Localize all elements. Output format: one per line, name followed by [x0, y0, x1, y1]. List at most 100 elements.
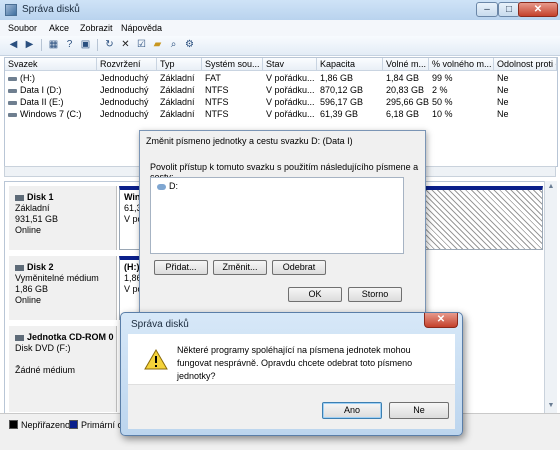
disk-status: Online — [15, 225, 42, 235]
check-icon[interactable]: ☑ — [134, 38, 149, 52]
table-cell: Ne — [497, 85, 509, 95]
yes-button[interactable]: Ano — [322, 402, 382, 419]
toolbar: ◀ ▶ ▦ ? ▣ ↻ ✕ ☑ ▰ ⌕ ⚙ — [0, 36, 560, 56]
properties-icon[interactable]: ▦ — [46, 38, 61, 52]
title-bar: Správa disků – □ ✕ — [0, 0, 560, 21]
disk-size: 931,51 GB — [15, 214, 59, 224]
cdrom-label[interactable]: Jednotka CD-ROM 0 Disk DVD (F:) Žádné mé… — [9, 326, 117, 412]
column-header[interactable]: Svazek — [5, 58, 97, 71]
column-header[interactable]: Stav — [263, 58, 317, 71]
maximize-button[interactable]: □ — [498, 2, 520, 17]
console-icon[interactable]: ▣ — [78, 38, 93, 52]
drive-letter-list[interactable]: D: — [150, 177, 404, 254]
table-cell: NTFS — [205, 109, 229, 119]
menu-bar: Soubor Akce Zobrazit Nápověda — [0, 20, 560, 36]
ok-button[interactable]: OK — [288, 287, 342, 302]
column-header[interactable]: Volné m... — [383, 58, 429, 71]
table-cell: 61,39 GB — [320, 109, 359, 119]
disk-type: Vyměnitelné médium — [15, 273, 99, 283]
table-cell: NTFS — [205, 97, 229, 107]
disk-size: 1,86 GB — [15, 284, 49, 294]
table-cell: Ne — [497, 73, 509, 83]
disk-name: Disk 1 — [27, 192, 54, 202]
disk-name: Disk 2 — [27, 262, 54, 272]
volume-icon — [8, 76, 17, 81]
table-cell: 10 % — [432, 109, 453, 119]
table-cell: V pořádku... — [266, 85, 315, 95]
search-magnifier-icon[interactable]: ⌕ — [166, 38, 181, 52]
table-row[interactable]: Data I (D:) Jednoduchý Základní NTFS V p… — [5, 84, 557, 96]
scroll-down-icon[interactable]: ▼ — [546, 401, 556, 411]
menu-akce[interactable]: Akce — [49, 23, 69, 33]
table-cell: Základní — [160, 85, 195, 95]
column-header[interactable]: Systém sou... — [202, 58, 263, 71]
disk-name: Jednotka CD-ROM 0 — [27, 332, 114, 342]
disk-type: Disk DVD (F:) — [15, 343, 71, 353]
settings-icon[interactable]: ⚙ — [182, 38, 197, 52]
back-arrow-icon[interactable]: ◀ — [6, 38, 21, 52]
removable-disk-icon — [15, 264, 24, 271]
no-button[interactable]: Ne — [389, 402, 449, 419]
table-row[interactable]: (H:) Jednoduchý Základní FAT V pořádku..… — [5, 72, 557, 84]
close-button[interactable]: ✕ — [518, 2, 558, 17]
table-cell: Jednoduchý — [100, 85, 149, 95]
table-cell: 20,83 GB — [386, 85, 425, 95]
table-row[interactable]: Data II (E:) Jednoduchý Základní NTFS V … — [5, 96, 557, 108]
drive-icon — [157, 183, 166, 190]
table-cell: Ne — [497, 109, 509, 119]
table-cell: Data II (E:) — [5, 96, 97, 108]
dialog-title: Změnit písmeno jednotky a cestu svazku D… — [146, 136, 353, 146]
table-cell: Jednoduchý — [100, 97, 149, 107]
add-button[interactable]: Přidat... — [154, 260, 208, 275]
table-cell: 2 % — [432, 85, 448, 95]
column-header[interactable]: Kapacita — [317, 58, 383, 71]
table-cell: 6,18 GB — [386, 109, 420, 119]
table-cell: 1,86 GB — [320, 73, 354, 83]
column-header[interactable]: Odolnost proti c — [494, 58, 557, 71]
disk-vertical-scrollbar[interactable]: ▲ ▼ — [544, 181, 557, 413]
menu-napoveda[interactable]: Nápověda — [121, 23, 162, 33]
warning-icon — [144, 349, 168, 370]
disk-management-icon — [5, 4, 17, 16]
list-item[interactable]: D: — [157, 181, 178, 191]
table-cell: 99 % — [432, 73, 453, 83]
table-row[interactable]: Windows 7 (C:) Jednoduchý Základní NTFS … — [5, 108, 557, 120]
cancel-button[interactable]: Storno — [348, 287, 402, 302]
menu-soubor[interactable]: Soubor — [8, 23, 37, 33]
unallocated-swatch — [9, 420, 18, 429]
primary-partition-swatch — [69, 420, 78, 429]
disk-2-label[interactable]: Disk 2 Vyměnitelné médium 1,86 GB Online — [9, 256, 117, 320]
change-button[interactable]: Změnit... — [213, 260, 267, 275]
table-cell: 50 % — [432, 97, 453, 107]
delete-icon[interactable]: ✕ — [118, 38, 133, 52]
table-cell: 870,12 GB — [320, 85, 364, 95]
volume-icon — [8, 100, 17, 105]
table-cell: Základní — [160, 73, 195, 83]
hard-disk-icon — [15, 194, 24, 201]
folder-open-icon[interactable]: ▰ — [150, 38, 165, 52]
table-cell: Data I (D:) — [5, 84, 97, 96]
refresh-icon[interactable]: ↻ — [102, 38, 117, 52]
disk-1-label[interactable]: Disk 1 Základní 931,51 GB Online — [9, 186, 117, 250]
table-cell: (H:) — [5, 72, 97, 84]
toolbar-separator — [41, 39, 42, 51]
remove-button[interactable]: Odebrat — [272, 260, 326, 275]
table-cell: NTFS — [205, 85, 229, 95]
disk-type: Základní — [15, 203, 50, 213]
toolbar-separator — [97, 39, 98, 51]
column-header[interactable]: Rozvržení — [97, 58, 157, 71]
table-cell: Ne — [497, 97, 509, 107]
volume-icon — [8, 88, 17, 93]
partition-data-selected[interactable] — [417, 186, 543, 250]
table-cell: Jednoduchý — [100, 109, 149, 119]
forward-arrow-icon[interactable]: ▶ — [22, 38, 37, 52]
close-icon[interactable]: ✕ — [424, 313, 458, 328]
dialog-body: Některé programy spoléhající na písmena … — [128, 334, 455, 384]
legend-label: Nepřiřazeno — [21, 420, 71, 430]
help-icon[interactable]: ? — [62, 38, 77, 52]
column-header[interactable]: Typ — [157, 58, 202, 71]
menu-zobrazit[interactable]: Zobrazit — [80, 23, 113, 33]
minimize-button[interactable]: – — [476, 2, 498, 17]
column-header[interactable]: % volného m... — [429, 58, 494, 71]
scroll-up-icon[interactable]: ▲ — [546, 182, 556, 192]
